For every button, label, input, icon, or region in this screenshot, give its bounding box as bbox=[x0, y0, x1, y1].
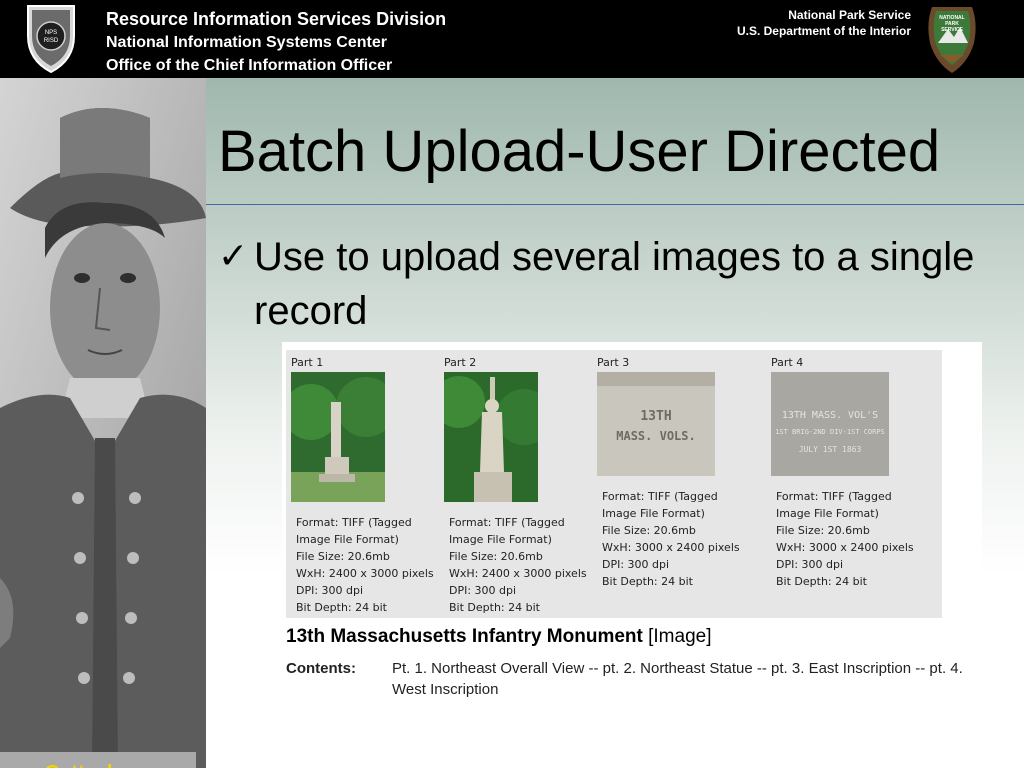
shield-text-top: NPS bbox=[45, 30, 57, 36]
part-3: Part 3 13TH MASS. VOLS. Format: TIFF (Ta… bbox=[592, 350, 752, 618]
info-line: Bit Depth: 24 bit bbox=[449, 601, 540, 614]
center-name: National Information Systems Center bbox=[106, 34, 387, 51]
shield-text-bottom: RISD bbox=[44, 38, 59, 44]
bullet-text: Use to upload several images to a single… bbox=[254, 235, 975, 333]
part-1-info: Format: TIFF (Tagged Image File Format) … bbox=[296, 514, 434, 616]
slide-title: Batch Upload-User Directed bbox=[218, 119, 941, 184]
division-name: Resource Information Services Division bbox=[106, 9, 447, 29]
record-screenshot: Part 1 Format: TIFF (Tagged Image File F… bbox=[282, 342, 982, 708]
part-4-inscription-1: 13TH MASS. VOL'S bbox=[782, 410, 878, 421]
contents-label: Contents: bbox=[286, 660, 356, 677]
header-org-names: Resource Information Services Division N… bbox=[106, 8, 446, 77]
part-1-thumbnail[interactable] bbox=[291, 372, 385, 502]
soldier-portrait-image bbox=[0, 78, 206, 768]
part-4-thumbnail[interactable]: 13TH MASS. VOL'S 1ST BRIG-2ND DIV-1ST CO… bbox=[771, 372, 889, 476]
info-line: DPI: 300 dpi bbox=[449, 584, 517, 597]
nps-arrowhead-logo: NATIONAL PARK SERVICE bbox=[928, 7, 976, 73]
info-line: Bit Depth: 24 bit bbox=[776, 575, 867, 588]
location-caption: Gettysburg bbox=[0, 752, 196, 768]
info-line: Format: TIFF (Tagged bbox=[602, 490, 718, 503]
part-label[interactable]: Part 1 bbox=[291, 356, 323, 369]
info-line: File Size: 20.6mb bbox=[602, 524, 696, 537]
part-label[interactable]: Part 4 bbox=[771, 356, 803, 369]
info-line: WxH: 3000 x 2400 pixels bbox=[776, 541, 914, 554]
info-line: File Size: 20.6mb bbox=[776, 524, 870, 537]
soldier-portrait: Gettysburg bbox=[0, 78, 206, 768]
info-line: WxH: 2400 x 3000 pixels bbox=[296, 567, 434, 580]
title-divider bbox=[206, 204, 1024, 205]
part-2: Part 2 Format: TIFF (Tagged Image File F… bbox=[439, 350, 599, 618]
part-3-inscription-2: MASS. VOLS. bbox=[616, 429, 695, 443]
arrowhead-text-3: SERVICE bbox=[941, 27, 964, 33]
part-label[interactable]: Part 2 bbox=[444, 356, 476, 369]
info-line: File Size: 20.6mb bbox=[449, 550, 543, 563]
part-2-info: Format: TIFF (Tagged Image File Format) … bbox=[449, 514, 587, 616]
part-4: Part 4 13TH MASS. VOL'S 1ST BRIG-2ND DIV… bbox=[766, 350, 926, 618]
info-line: DPI: 300 dpi bbox=[296, 584, 364, 597]
checkmark-icon: ✓ bbox=[218, 236, 249, 277]
part-4-inscription-3: JULY 1ST 1863 bbox=[799, 445, 862, 454]
info-line: WxH: 3000 x 2400 pixels bbox=[602, 541, 740, 554]
info-line: Format: TIFF (Tagged bbox=[296, 516, 412, 529]
part-3-thumbnail[interactable]: 13TH MASS. VOLS. bbox=[597, 372, 715, 476]
record-type-tag: [Image] bbox=[648, 626, 712, 647]
header-agency: National Park Service U.S. Department of… bbox=[737, 7, 911, 39]
record-title: 13th Massachusetts Infantry Monument [Im… bbox=[286, 626, 712, 648]
info-line: File Size: 20.6mb bbox=[296, 550, 390, 563]
contents-value: Pt. 1. Northeast Overall View -- pt. 2. … bbox=[392, 660, 963, 698]
header-banner: NPS RISD Resource Information Services D… bbox=[0, 0, 1024, 78]
info-line: Format: TIFF (Tagged bbox=[449, 516, 565, 529]
info-line: Bit Depth: 24 bit bbox=[296, 601, 387, 614]
part-2-thumbnail[interactable] bbox=[444, 372, 538, 502]
department-name: U.S. Department of the Interior bbox=[736, 24, 911, 38]
info-line: Image File Format) bbox=[296, 533, 399, 546]
part-label[interactable]: Part 3 bbox=[597, 356, 629, 369]
info-line: DPI: 300 dpi bbox=[776, 558, 844, 571]
part-3-inscription-1: 13TH bbox=[640, 409, 671, 424]
record-title-text: 13th Massachusetts Infantry Monument bbox=[286, 626, 643, 647]
agency-name: National Park Service bbox=[788, 8, 911, 22]
info-line: Bit Depth: 24 bit bbox=[602, 575, 693, 588]
info-line: DPI: 300 dpi bbox=[602, 558, 670, 571]
info-line: Format: TIFF (Tagged bbox=[776, 490, 892, 503]
info-line: WxH: 2400 x 3000 pixels bbox=[449, 567, 587, 580]
parts-gallery: Part 1 Format: TIFF (Tagged Image File F… bbox=[286, 350, 942, 618]
info-line: Image File Format) bbox=[602, 507, 705, 520]
bullet-item: ✓ Use to upload several images to a sing… bbox=[218, 230, 1018, 338]
info-line: Image File Format) bbox=[776, 507, 879, 520]
info-line: Image File Format) bbox=[449, 533, 552, 546]
office-name: Office of the Chief Information Officer bbox=[106, 57, 393, 74]
part-1: Part 1 Format: TIFF (Tagged Image File F… bbox=[286, 350, 446, 618]
risd-shield-logo: NPS RISD bbox=[27, 5, 75, 74]
part-3-info: Format: TIFF (Tagged Image File Format) … bbox=[602, 488, 740, 590]
part-4-inscription-2: 1ST BRIG-2ND DIV-1ST CORPS bbox=[775, 428, 885, 436]
part-4-info: Format: TIFF (Tagged Image File Format) … bbox=[776, 488, 914, 590]
